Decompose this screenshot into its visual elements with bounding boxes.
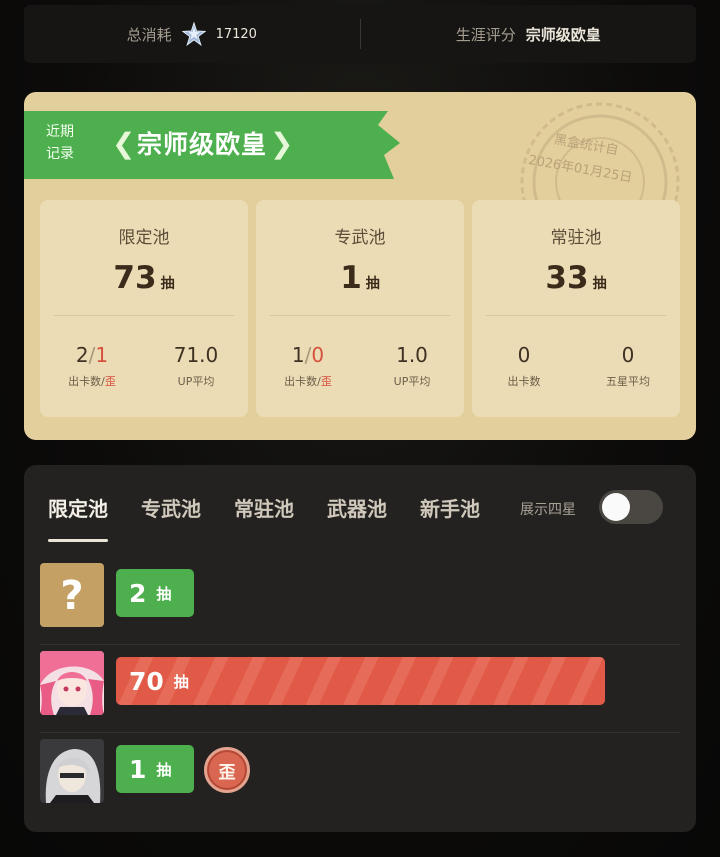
tab-weapon[interactable]: 专武池 (141, 493, 201, 542)
tab-beginner[interactable]: 新手池 (420, 493, 480, 542)
laurel-right-icon: ❯ (270, 127, 294, 160)
career-rating-value: 宗师级欧皇 (525, 25, 601, 44)
recent-record-card: 黑盒统计自 2026年01月25日 近期 记录 ❮ 宗师级欧皇 ❯ 限定池 73… (24, 92, 696, 440)
pool-divider (270, 315, 450, 316)
recent-label-line-1: 近期 (46, 124, 74, 140)
pool-pull-count: 33 抽 (545, 260, 607, 296)
pull-row[interactable]: 1抽 歪 (40, 733, 680, 821)
tab-limited[interactable]: 限定池 (48, 493, 108, 542)
pull-count-bar: 70 抽 (116, 657, 605, 705)
pool-cards-off: 2/1 出卡数/歪 (68, 343, 116, 388)
pool-stat-standard: 常驻池 33 抽 0 出卡数 0 五星平均 (472, 200, 680, 417)
pool-stat-limited: 限定池 73 抽 2/1 出卡数/歪 71.0 UP平均 (40, 200, 248, 417)
summary-bar: 总消耗 17120 生涯评分 宗师级欧皇 (24, 5, 696, 63)
off-banner-badge: 歪 (204, 747, 250, 793)
unknown-question-icon: ? (40, 563, 104, 627)
show-four-star-label: 展示四星 (520, 502, 576, 518)
pool-up-average: 1.0 UP平均 (393, 343, 431, 388)
show-four-star-toggle[interactable] (599, 490, 663, 524)
pool-cards: 0 出卡数 (507, 343, 541, 388)
recent-rating-title: 宗师级欧皇 (137, 130, 268, 159)
white-hair-character-avatar (40, 739, 104, 803)
pool-pull-count: 1抽 (340, 260, 380, 296)
pull-count-bar: 1抽 (116, 745, 194, 793)
pool-pull-count: 73 抽 (113, 260, 175, 296)
tab-standard[interactable]: 常驻池 (234, 493, 294, 542)
pool-divider (486, 315, 666, 316)
pull-row[interactable]: ? 2抽 (40, 557, 680, 645)
laurel-left-icon: ❮ (112, 127, 136, 160)
recent-label-line-2: 记录 (46, 146, 74, 162)
pull-count-bar: 2抽 (116, 569, 194, 617)
pool-stats: 限定池 73抽 2/1 出卡数/歪 71.0 UP平均 专武池 1抽 1/0 (40, 200, 680, 417)
pool-up-average: 71.0 UP平均 (173, 343, 219, 388)
total-consumption-value: 17120 (215, 26, 257, 42)
career-rating-label: 生涯评分 (455, 25, 516, 44)
pool-divider (54, 315, 234, 316)
pool-name: 专武池 (334, 228, 386, 248)
recent-rating-ribbon: 近期 记录 ❮ 宗师级欧皇 ❯ (24, 111, 400, 179)
pool-tabs: 限定池 专武池 常驻池 武器池 新手池 (48, 493, 480, 542)
toggle-knob (602, 493, 630, 521)
pink-hair-character-avatar (40, 651, 104, 715)
pool-stat-weapon: 专武池 1抽 1/0 出卡数/歪 1.0 UP平均 (256, 200, 464, 417)
pool-name: 限定池 (118, 228, 170, 248)
crystal-star-icon (181, 21, 206, 47)
pool-cards-off: 1/0 出卡数/歪 (284, 343, 332, 388)
pull-history-panel: 限定池 专武池 常驻池 武器池 新手池 展示四星 ? 2抽 70 抽 1 抽 歪 (24, 465, 696, 832)
total-consumption-label: 总消耗 (126, 25, 172, 44)
pull-row[interactable]: 70 抽 (40, 645, 680, 733)
career-rating: 生涯评分 宗师级欧皇 (361, 24, 697, 45)
total-consumption: 总消耗 17120 (24, 21, 360, 47)
pool-five-star-average: 0 五星平均 (606, 343, 650, 388)
svg-text:?: ? (60, 573, 83, 619)
tab-arms[interactable]: 武器池 (327, 493, 387, 542)
pool-name: 常驻池 (550, 228, 602, 248)
